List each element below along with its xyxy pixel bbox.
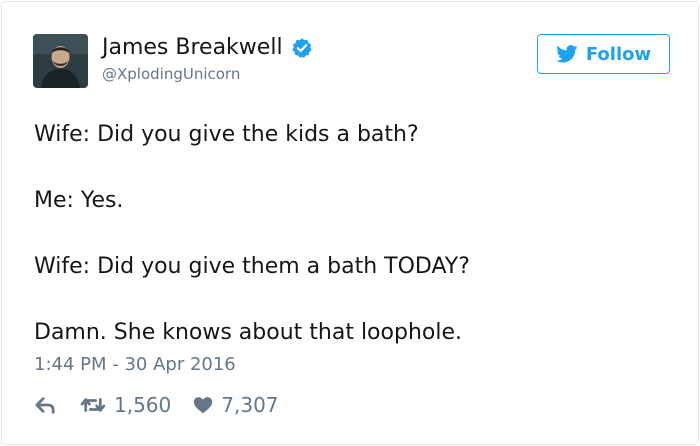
- follow-button-label: Follow: [585, 43, 652, 65]
- tweet-actions: 1,560 7,307: [34, 392, 279, 418]
- tweet-card: James Breakwell @XplodingUnicorn Follow …: [1, 1, 699, 445]
- retweet-button[interactable]: 1,560: [80, 392, 171, 418]
- tweet-line: Me: Yes.: [34, 188, 124, 213]
- tweet-line: Wife: Did you give them a bath TODAY?: [34, 254, 470, 279]
- tweet-text: Wife: Did you give the kids a bath? Me: …: [34, 118, 674, 349]
- like-count: 7,307: [221, 393, 279, 417]
- heart-icon: [194, 397, 213, 414]
- tweet-line: Damn. She knows about that loophole.: [34, 320, 462, 345]
- author-display-name[interactable]: James Breakwell: [102, 33, 283, 63]
- retweet-icon: [80, 398, 106, 412]
- tweet-line: Wife: Did you give the kids a bath?: [34, 122, 419, 147]
- reply-icon: [35, 397, 55, 414]
- avatar-image: [33, 34, 88, 88]
- reply-button[interactable]: [34, 395, 56, 415]
- tweet-timestamp[interactable]: 1:44 PM - 30 Apr 2016: [34, 353, 236, 377]
- like-button[interactable]: 7,307: [193, 392, 279, 418]
- verified-badge-icon: [291, 37, 313, 59]
- author-name-row: James Breakwell: [102, 33, 313, 63]
- twitter-bird-icon: [556, 45, 578, 63]
- avatar[interactable]: [33, 34, 88, 88]
- retweet-count: 1,560: [114, 393, 172, 417]
- author-handle[interactable]: @XplodingUnicorn: [102, 64, 240, 84]
- follow-button[interactable]: Follow: [537, 34, 670, 74]
